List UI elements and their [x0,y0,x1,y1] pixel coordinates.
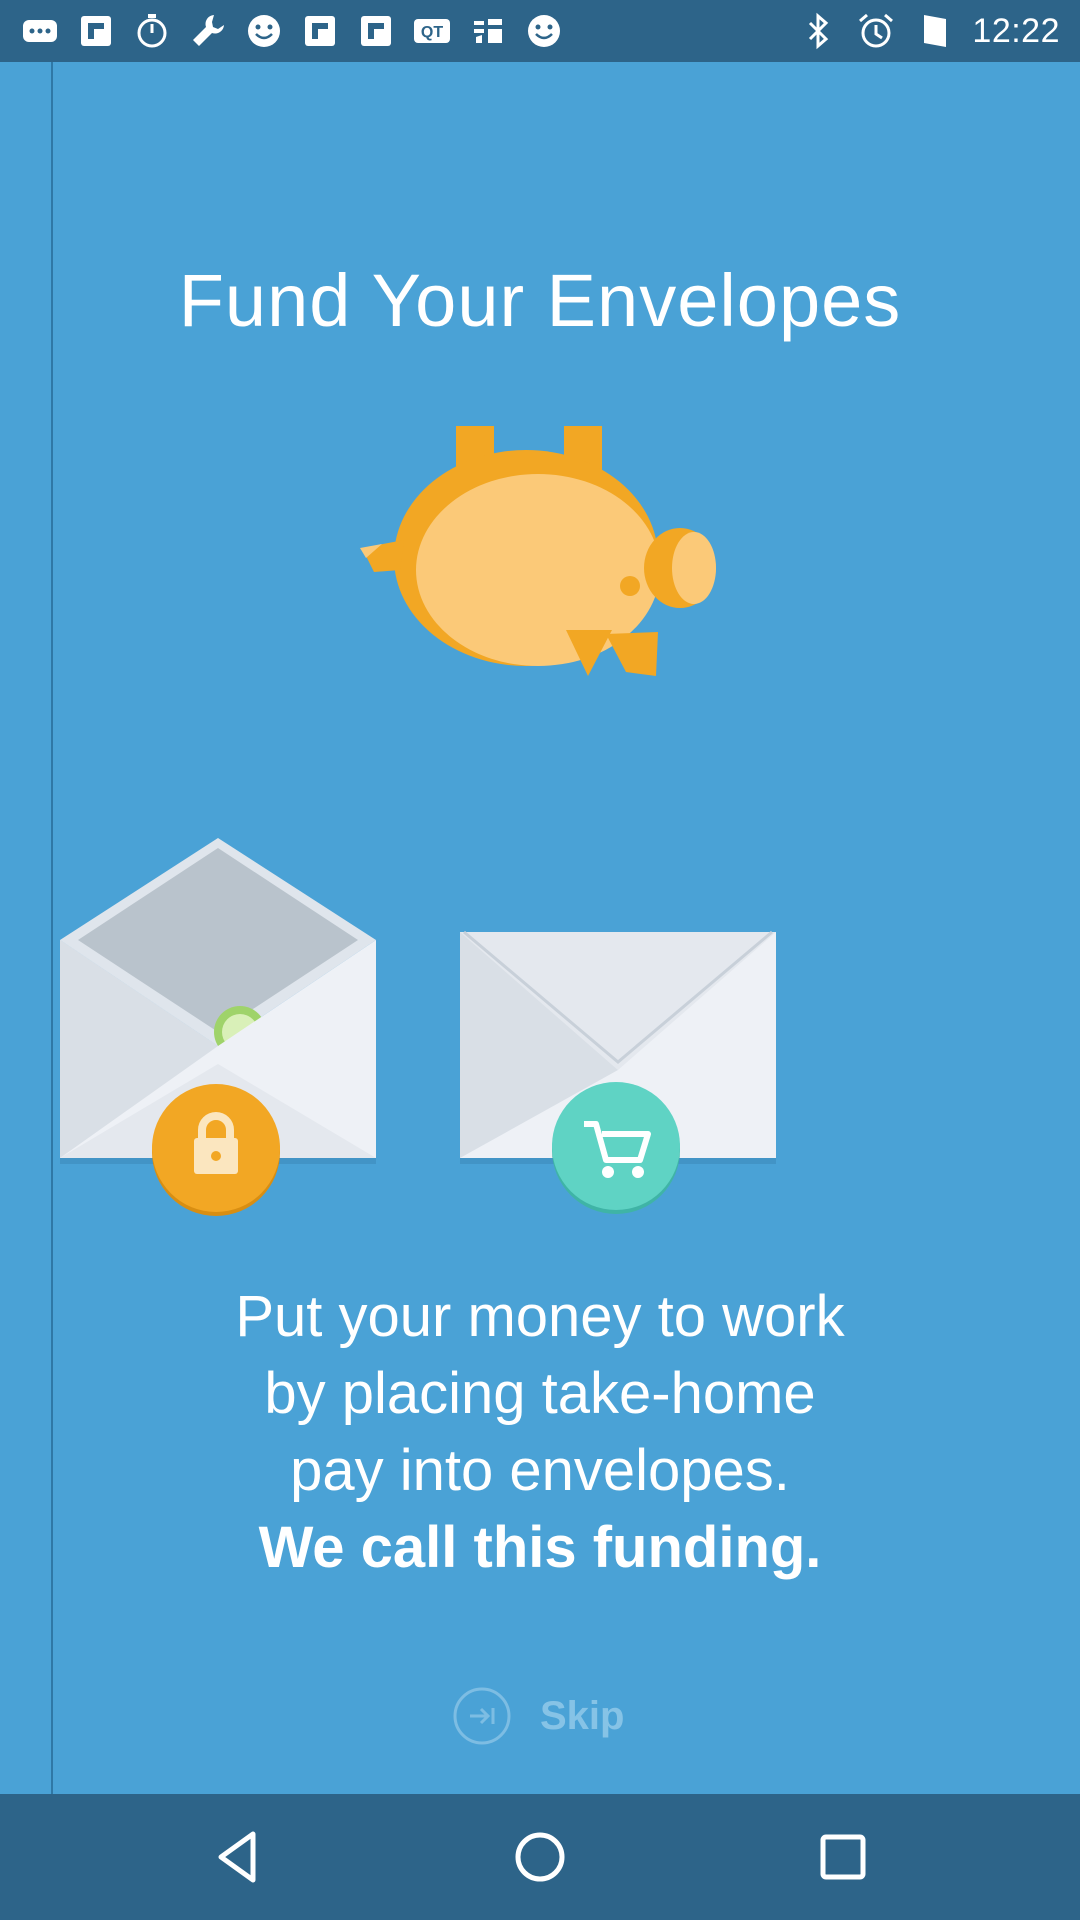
skip-icon [453,1687,511,1745]
system-icons: 12:22 [798,0,1060,62]
cart-badge-icon [552,1082,680,1214]
back-button[interactable] [203,1822,273,1892]
clock: 12:22 [972,11,1060,50]
description-emphasis: We call this funding. [258,1515,822,1580]
description-text: Put your money to work by placing take-h… [0,1278,1080,1586]
flipboard-icon [76,11,116,51]
skip-label: Skip [540,1693,625,1738]
wrench-icon [188,11,228,51]
bluetooth-icon [798,11,838,51]
smiley-icon [524,11,564,51]
skip-button[interactable]: Skip [452,1684,624,1748]
recents-icon [820,1834,866,1880]
recents-button[interactable] [808,1822,878,1892]
taobao-icon [468,11,508,51]
page-title: Fund Your Envelopes [178,259,902,342]
home-button[interactable] [505,1822,575,1892]
svg-text:QT: QT [421,24,443,41]
alarm-icon [856,11,896,51]
lock-badge-icon [152,1084,280,1216]
smiley-icon [244,11,284,51]
piggy-bank-illustration [360,426,716,676]
qt-icon: QT [412,11,452,51]
navigation-bar [0,1794,1080,1920]
notification-icons: QT [20,0,564,62]
status-bar: QT 12:22 [0,0,1080,62]
flipboard-icon [300,11,340,51]
signal-icon [914,11,954,51]
home-icon [515,1832,565,1882]
description-line: pay into envelopes. [290,1438,790,1503]
description-line: by placing take-home [264,1361,816,1426]
screen: QT 12:22 Fund Your Envelopes Put your mo… [0,0,1080,1920]
flipboard-icon [356,11,396,51]
back-icon [218,1831,256,1883]
description-line: Put your money to work [235,1284,845,1349]
more-icon [20,11,60,51]
stopwatch-icon [132,11,172,51]
